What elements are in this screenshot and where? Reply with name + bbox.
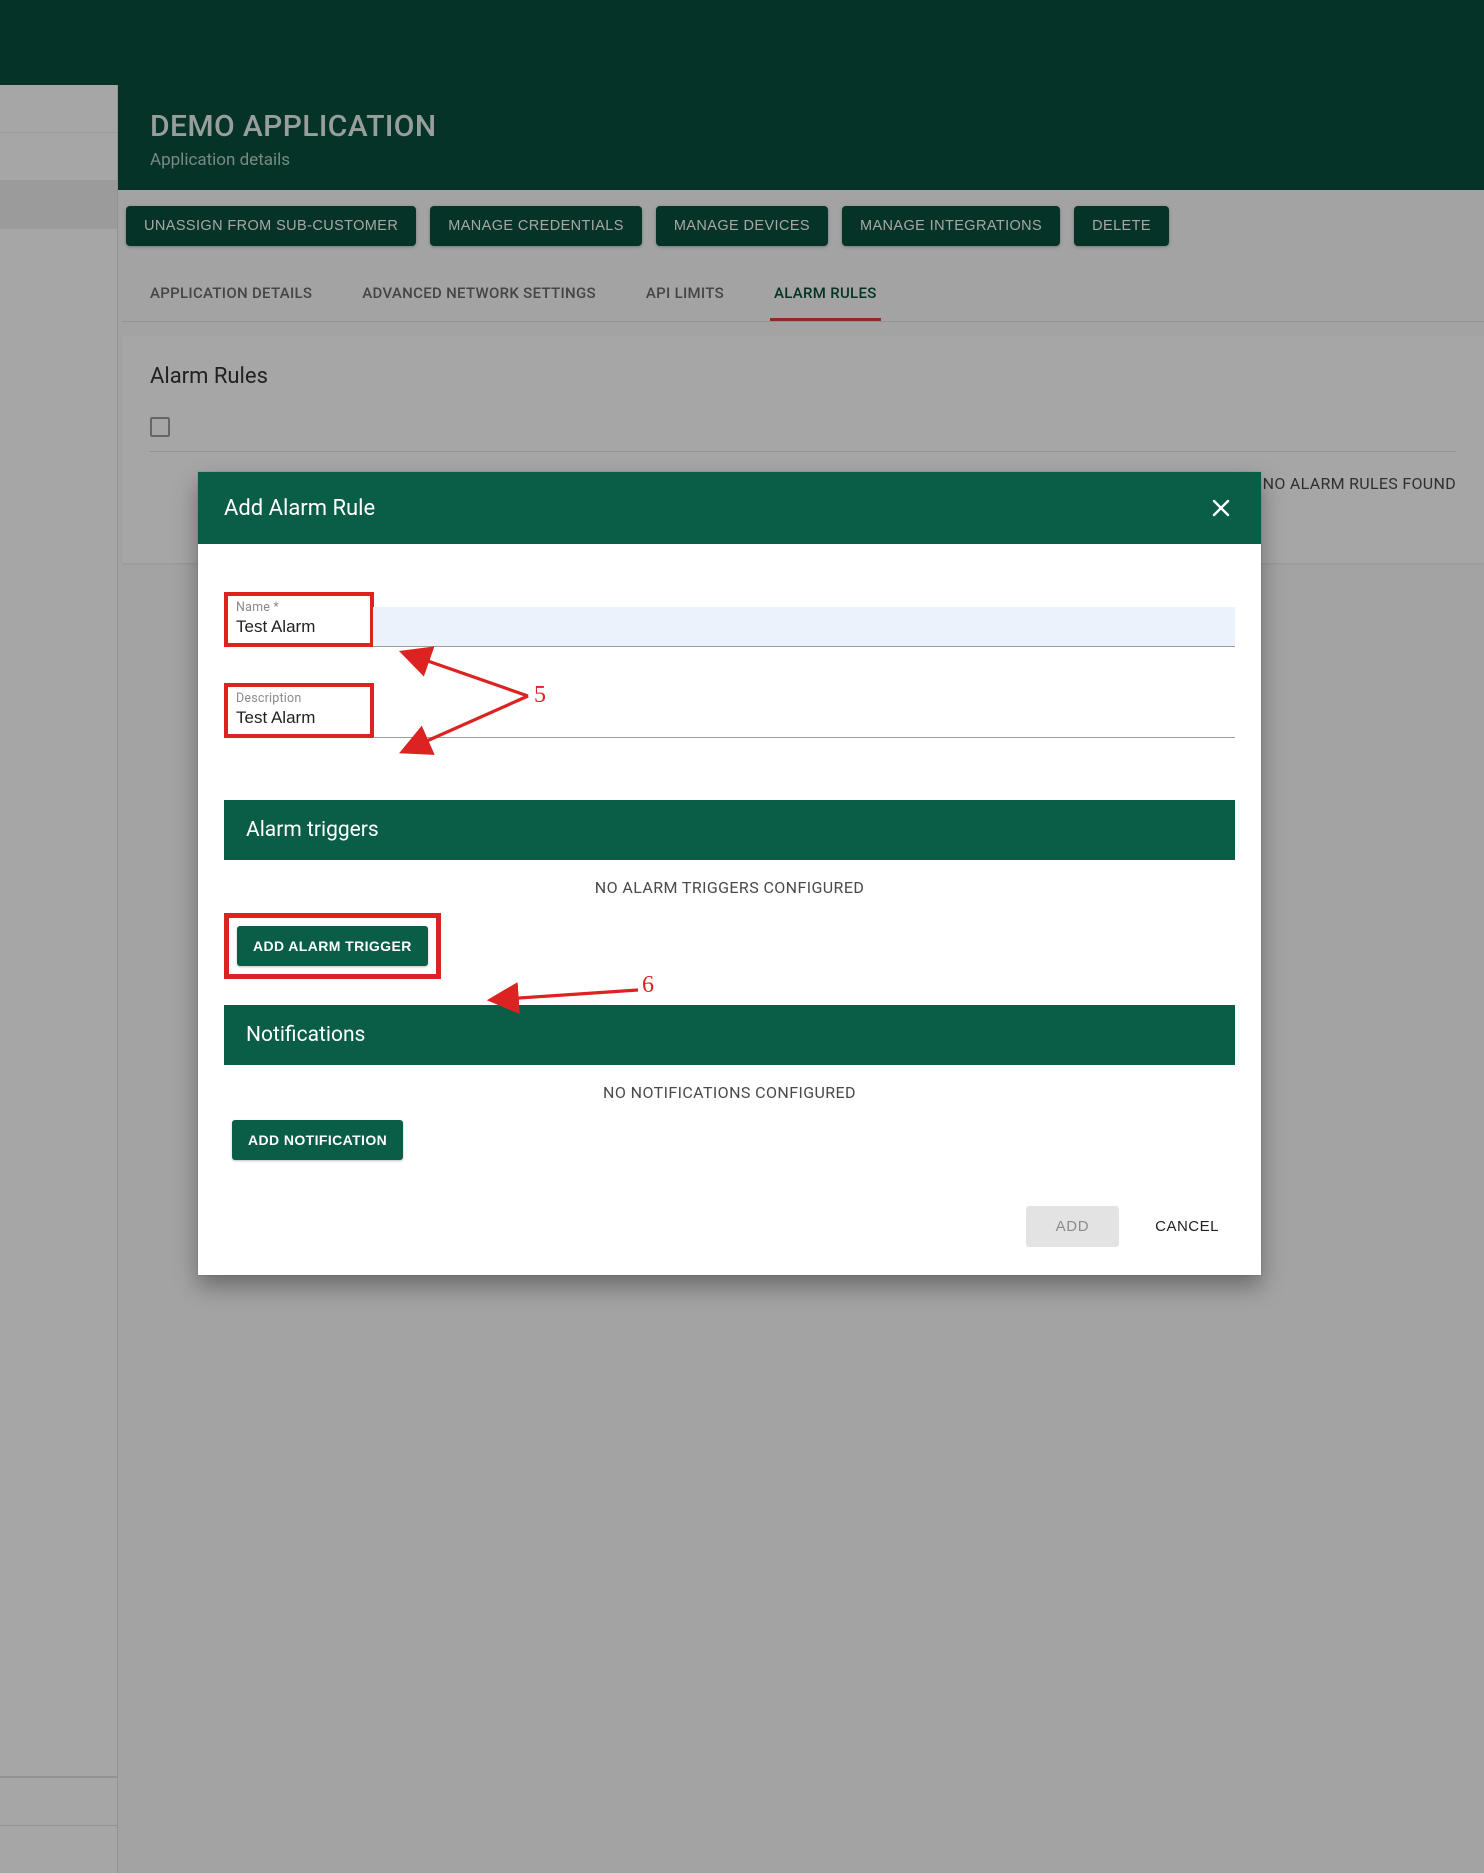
description-input[interactable] (236, 706, 356, 728)
close-icon[interactable] (1207, 494, 1235, 522)
sidebar-item-active[interactable] (0, 181, 117, 229)
manage-integrations-button[interactable]: MANAGE INTEGRATIONS (842, 206, 1060, 246)
panel-title: Alarm Rules (150, 364, 1456, 389)
alarm-triggers-empty: NO ALARM TRIGGERS CONFIGURED (198, 860, 1261, 907)
annotation-label-5: 5 (534, 682, 546, 709)
alarm-triggers-heading: Alarm triggers (224, 800, 1235, 860)
manage-credentials-button[interactable]: MANAGE CREDENTIALS (430, 206, 642, 246)
description-field-label: Description (236, 691, 362, 706)
add-alarm-trigger-button[interactable]: ADD ALARM TRIGGER (237, 926, 428, 966)
tab-application-details[interactable]: APPLICATION DETAILS (146, 266, 316, 321)
app-topbar (0, 0, 1484, 85)
tab-advanced-network[interactable]: ADVANCED NETWORK SETTINGS (358, 266, 600, 321)
add-alarm-rule-modal: Add Alarm Rule Name * (198, 472, 1261, 1275)
notifications-heading: Notifications (224, 1005, 1235, 1065)
modal-footer: ADD CANCEL (198, 1194, 1261, 1275)
tab-api-limits[interactable]: API LIMITS (642, 266, 728, 321)
page-header: DEMO APPLICATION Application details (118, 85, 1484, 190)
name-input[interactable] (236, 615, 356, 637)
annotation-label-6: 6 (642, 972, 654, 999)
delete-button[interactable]: DELETE (1074, 206, 1169, 246)
add-notification-button[interactable]: ADD NOTIFICATION (232, 1120, 403, 1160)
tabs: APPLICATION DETAILS ADVANCED NETWORK SET… (122, 266, 1484, 322)
sidebar (0, 85, 118, 1873)
page-title: DEMO APPLICATION (150, 109, 1452, 144)
manage-devices-button[interactable]: MANAGE DEVICES (656, 206, 828, 246)
unassign-button[interactable]: UNASSIGN FROM SUB-CUSTOMER (126, 206, 416, 246)
notifications-empty: NO NOTIFICATIONS CONFIGURED (198, 1065, 1261, 1112)
sidebar-item[interactable] (0, 133, 117, 181)
sidebar-item[interactable] (0, 1777, 117, 1825)
action-button-row: UNASSIGN FROM SUB-CUSTOMER MANAGE CREDEN… (122, 190, 1484, 262)
modal-title: Add Alarm Rule (224, 496, 375, 521)
modal-header: Add Alarm Rule (198, 472, 1261, 544)
add-button[interactable]: ADD (1026, 1206, 1119, 1247)
tab-alarm-rules[interactable]: ALARM RULES (770, 266, 881, 321)
select-all-checkbox[interactable] (150, 417, 170, 437)
add-trigger-highlight: ADD ALARM TRIGGER (224, 913, 441, 979)
name-field-highlight: Name * (224, 592, 374, 647)
name-field-label: Name * (236, 600, 362, 615)
sidebar-item[interactable] (0, 85, 117, 133)
cancel-button[interactable]: CANCEL (1147, 1206, 1227, 1247)
sidebar-item[interactable] (0, 1825, 117, 1873)
description-field-highlight: Description (224, 683, 374, 738)
page-subtitle: Application details (150, 150, 1452, 170)
table-header-row (150, 417, 1456, 452)
